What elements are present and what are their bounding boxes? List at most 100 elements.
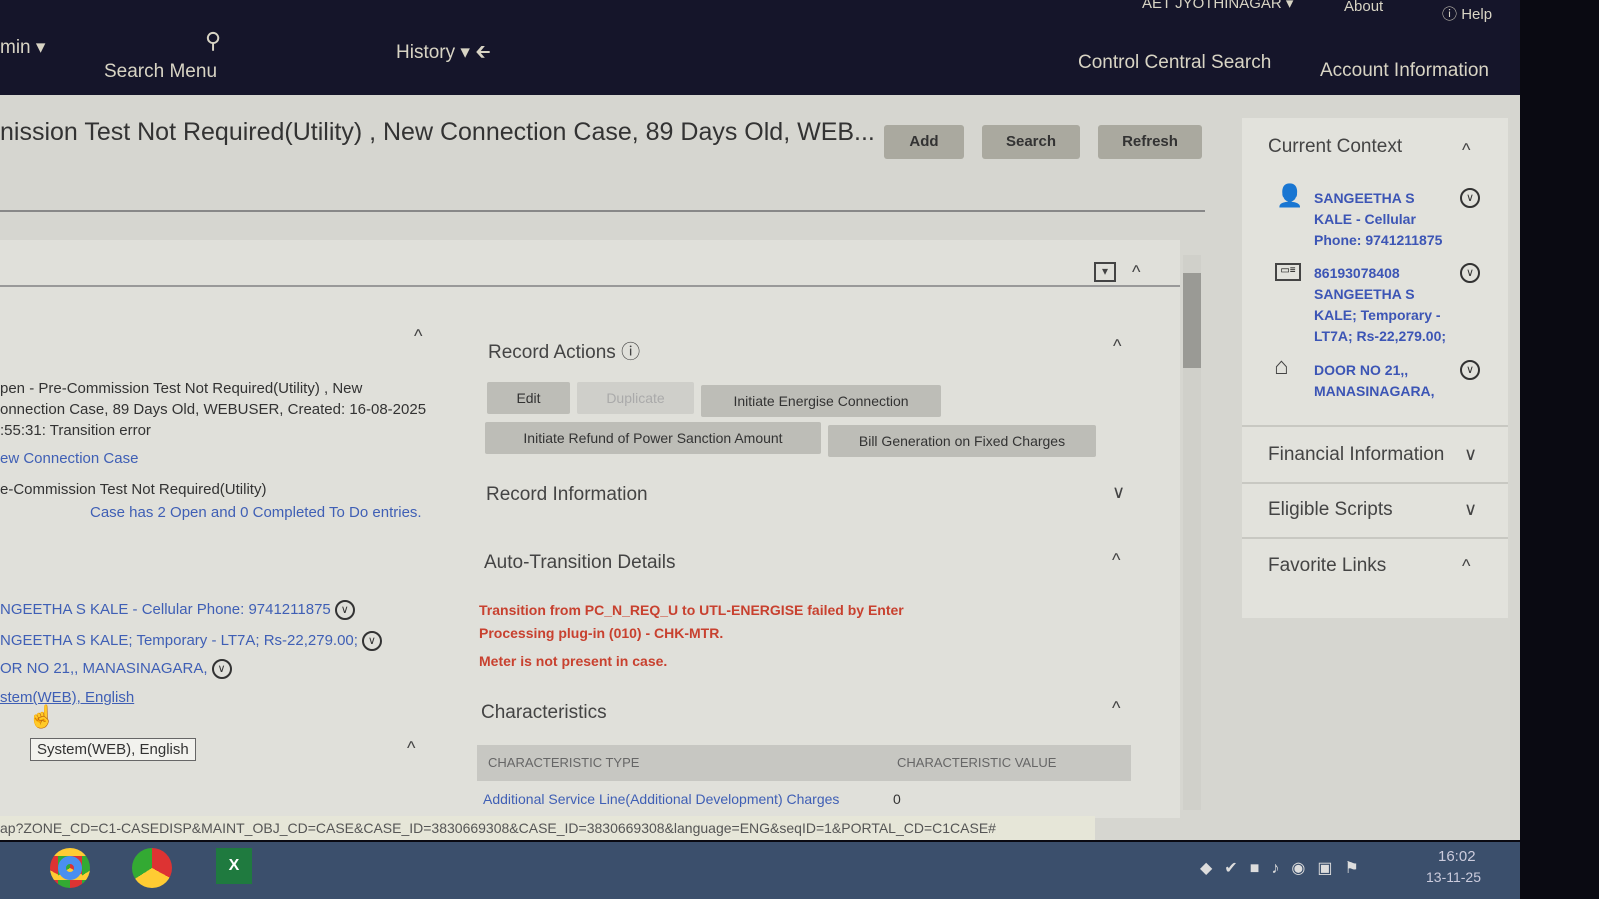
expand-icon[interactable]: ∨: [1112, 482, 1125, 503]
chevron-down-icon[interactable]: ∨: [361, 631, 382, 651]
collapse-icon[interactable]: ^: [1112, 698, 1120, 719]
user-language-link[interactable]: stem(WEB), English: [0, 689, 134, 706]
collapse-icon[interactable]: ^: [1132, 262, 1140, 283]
record-actions-title: Record Actions ⓘ: [488, 337, 640, 364]
office-menu[interactable]: AET JYOTHINAGAR ▾: [1142, 0, 1293, 12]
collapse-icon[interactable]: ^: [1112, 550, 1120, 571]
characteristics-section[interactable]: Characteristics: [481, 702, 607, 724]
content-panel: [0, 240, 1180, 818]
expand-icon[interactable]: ∨: [1464, 444, 1477, 465]
characteristics-table-header: CHARACTERISTIC TYPE CHARACTERISTIC VALUE: [477, 745, 1131, 781]
collapse-icon[interactable]: ^: [1462, 556, 1470, 577]
chrome-icon[interactable]: [132, 848, 172, 888]
expand-icon[interactable]: ∨: [1464, 499, 1477, 520]
initiate-refund-button[interactable]: Initiate Refund of Power Sanction Amount: [485, 422, 821, 454]
column-header: CHARACTERISTIC VALUE: [897, 755, 1057, 770]
add-button[interactable]: Add: [884, 125, 964, 159]
control-central-search-link[interactable]: Control Central Search: [1078, 52, 1271, 74]
record-information-section[interactable]: Record Information: [486, 484, 648, 506]
summary-line: onnection Case, 89 Days Old, WEBUSER, Cr…: [0, 401, 427, 418]
divider: [0, 285, 1180, 287]
page-title: nission Test Not Required(Utility) , New…: [0, 118, 875, 146]
help-icon: ⓘ: [1442, 6, 1458, 23]
premise-link[interactable]: OR NO 21,, MANASINAGARA, ∨: [0, 659, 232, 679]
case-type-link[interactable]: ew Connection Case: [0, 450, 138, 467]
chevron-down-icon[interactable]: ∨: [211, 659, 232, 679]
record-actions-label: Record Actions: [488, 342, 616, 363]
context-account-link[interactable]: 86193078408 SANGEETHA S KALE; Temporary …: [1314, 263, 1449, 347]
summary-line: :55:31: Transition error: [0, 422, 151, 439]
summary-line: pen - Pre-Commission Test Not Required(U…: [0, 380, 363, 397]
top-nav-bar: min ▾ ⚲ Search Menu History ▾ 🡰 AET JYOT…: [0, 0, 1520, 95]
account-link[interactable]: NGEETHA S KALE; Temporary - LT7A; Rs-22,…: [0, 631, 382, 651]
history-menu[interactable]: History ▾ 🡰: [396, 38, 491, 70]
scrollbar-thumb[interactable]: [1183, 273, 1201, 368]
favorite-links-section[interactable]: Favorite Links: [1268, 555, 1386, 577]
collapse-icon[interactable]: ^: [1462, 140, 1470, 161]
search-icon[interactable]: ⚲: [205, 28, 221, 54]
person-label: NGEETHA S KALE - Cellular Phone: 9741211…: [0, 600, 331, 618]
premise-label: OR NO 21,, MANASINAGARA,: [0, 659, 208, 677]
office-label: AET JYOTHINAGAR: [1142, 0, 1282, 12]
bill-generation-button[interactable]: Bill Generation on Fixed Charges: [828, 425, 1096, 457]
home-icon: ⌂: [1274, 353, 1289, 380]
account-label: NGEETHA S KALE; Temporary - LT7A; Rs-22,…: [0, 631, 358, 649]
chevron-down-icon[interactable]: ∨: [1456, 263, 1480, 283]
chevron-down-icon[interactable]: ∨: [334, 600, 355, 620]
current-context-title[interactable]: Current Context: [1268, 136, 1402, 158]
divider: [0, 210, 1205, 212]
refresh-button[interactable]: Refresh: [1098, 125, 1202, 159]
context-premise-link[interactable]: DOOR NO 21,, MANASINAGARA,: [1314, 360, 1449, 402]
collapse-icon[interactable]: ^: [414, 326, 422, 347]
characteristic-value: 0: [893, 791, 901, 807]
duplicate-button[interactable]: Duplicate: [577, 382, 694, 414]
collapse-icon[interactable]: ^: [407, 738, 415, 759]
help-link[interactable]: ⓘ Help: [1442, 3, 1492, 24]
eligible-scripts-section[interactable]: Eligible Scripts: [1268, 499, 1393, 521]
divider: [1242, 482, 1508, 484]
excel-icon[interactable]: X: [216, 848, 252, 884]
error-line: Transition from PC_N_REQ_U to UTL-ENERGI…: [479, 602, 904, 618]
back-arrow-icon[interactable]: 🡰: [475, 42, 490, 63]
edit-button[interactable]: Edit: [487, 382, 570, 414]
account-information-link[interactable]: Account Information: [1320, 60, 1489, 82]
chevron-down-icon[interactable]: ∨: [1456, 188, 1480, 208]
case-status: e-Commission Test Not Required(Utility): [0, 481, 267, 498]
about-link[interactable]: About: [1344, 0, 1383, 15]
status-bar-url: ap?ZONE_CD=C1-CASEDISP&MAINT_OBJ_CD=CASE…: [0, 816, 1095, 840]
case-summary: pen - Pre-Commission Test Not Required(U…: [0, 378, 440, 441]
context-person-link[interactable]: SANGEETHA S KALE - Cellular Phone: 97412…: [1314, 188, 1449, 251]
financial-information-section[interactable]: Financial Information: [1268, 444, 1444, 466]
search-button[interactable]: Search: [982, 125, 1080, 159]
initiate-energise-button[interactable]: Initiate Energise Connection: [701, 385, 941, 417]
scrollbar[interactable]: [1183, 255, 1201, 810]
collapse-icon[interactable]: ^: [1113, 336, 1121, 357]
account-card-icon: ▭≡: [1275, 263, 1301, 281]
divider: [1242, 537, 1508, 539]
person-icon: 👤: [1276, 183, 1304, 208]
transition-error: Transition from PC_N_REQ_U to UTL-ENERGI…: [479, 599, 904, 673]
characteristic-type-link[interactable]: Additional Service Line(Additional Devel…: [483, 784, 839, 814]
person-link[interactable]: NGEETHA S KALE - Cellular Phone: 9741211…: [0, 600, 355, 620]
taskbar: X ◆✔■♪◉▣⚑ 16:02 13-11-25: [0, 842, 1520, 899]
error-line: Meter is not present in case.: [479, 653, 668, 669]
admin-menu[interactable]: min ▾: [0, 36, 45, 59]
hand-cursor-icon: ☝: [28, 704, 56, 729]
chevron-down-icon[interactable]: ∨: [1456, 360, 1480, 380]
clock-date[interactable]: 13-11-25: [1426, 869, 1481, 885]
clock-time[interactable]: 16:02: [1438, 848, 1476, 865]
search-menu-link[interactable]: Search Menu: [104, 61, 217, 83]
chrome-icon[interactable]: [50, 848, 90, 888]
todo-link[interactable]: Case has 2 Open and 0 Completed To Do en…: [90, 504, 422, 521]
filter-icon[interactable]: ▾: [1094, 262, 1116, 282]
system-tray-icons[interactable]: ◆✔■♪◉▣⚑: [1200, 858, 1371, 878]
admin-label: min: [0, 37, 31, 58]
history-label: History: [396, 42, 456, 63]
tooltip: System(WEB), English: [30, 738, 196, 761]
auto-transition-section[interactable]: Auto-Transition Details: [484, 552, 675, 574]
divider: [1242, 425, 1508, 427]
column-header: CHARACTERISTIC TYPE: [488, 755, 640, 770]
error-line: Processing plug-in (010) - CHK-MTR.: [479, 625, 724, 641]
info-icon[interactable]: ⓘ: [621, 342, 640, 363]
table-row: Additional Service Line(Additional Devel…: [477, 784, 1131, 814]
